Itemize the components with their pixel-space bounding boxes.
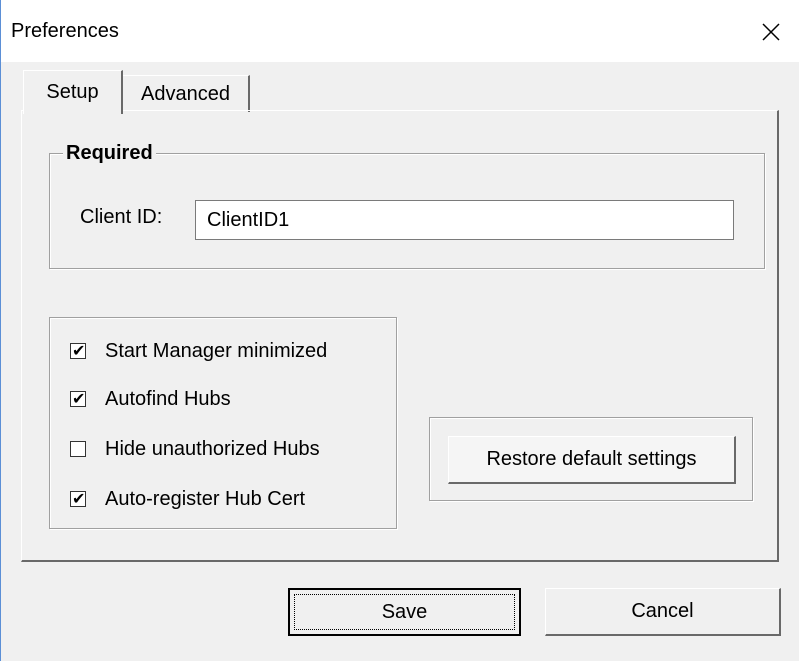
tab-advanced-label: Advanced <box>141 82 230 105</box>
close-icon <box>762 23 780 41</box>
restore-group: Restore default settings <box>429 417 753 501</box>
required-group: Required Client ID: <box>49 142 765 269</box>
checkbox-start-manager-minimized-label: Start Manager minimized <box>105 339 328 362</box>
tab-setup-label: Setup <box>46 81 99 103</box>
checkbox-start-manager-minimized[interactable]: ✔ Start Manager minimized <box>70 336 327 366</box>
preferences-dialog: Preferences Setup Advanced Required Clie… <box>0 0 799 661</box>
options-group: ✔ Start Manager minimized ✔ Autofind Hub… <box>49 317 397 529</box>
checkbox-hide-unauthorized-hubs-label: Hide unauthorized Hubs <box>105 437 320 460</box>
checkbox-autofind-hubs[interactable]: ✔ Autofind Hubs <box>70 384 231 414</box>
focus-ring <box>294 594 515 630</box>
checkmark-icon: ✔ <box>72 389 86 408</box>
checkbox-autofind-hubs-box[interactable]: ✔ <box>70 389 86 408</box>
title-bar: Preferences <box>1 0 799 62</box>
tab-advanced[interactable]: Advanced <box>122 75 250 112</box>
checkbox-auto-register-hub-cert-label: Auto-register Hub Cert <box>105 487 306 510</box>
checkbox-start-manager-minimized-box[interactable]: ✔ <box>70 341 86 360</box>
tab-strip: Setup Advanced <box>1 62 799 114</box>
save-button[interactable]: Save <box>288 588 521 636</box>
restore-default-settings-button[interactable]: Restore default settings <box>448 436 736 484</box>
checkbox-auto-register-hub-cert[interactable]: ✔ Auto-register Hub Cert <box>70 484 305 514</box>
required-group-legend: Required <box>63 142 156 165</box>
cancel-button[interactable]: Cancel <box>545 588 781 636</box>
checkbox-auto-register-hub-cert-box[interactable]: ✔ <box>70 489 86 508</box>
checkbox-autofind-hubs-label: Autofind Hubs <box>105 387 231 410</box>
client-id-label: Client ID: <box>80 206 163 228</box>
checkbox-hide-unauthorized-hubs[interactable]: Hide unauthorized Hubs <box>70 434 320 464</box>
close-button[interactable] <box>749 12 793 52</box>
checkmark-icon: ✔ <box>72 489 86 508</box>
tab-setup[interactable]: Setup <box>23 70 123 114</box>
window-title: Preferences <box>11 20 119 42</box>
setup-tab-panel: Required Client ID: ✔ Start Manager mini… <box>21 110 779 562</box>
checkbox-hide-unauthorized-hubs-box[interactable] <box>70 441 86 457</box>
client-id-input[interactable] <box>195 200 734 240</box>
checkmark-icon: ✔ <box>72 341 86 360</box>
